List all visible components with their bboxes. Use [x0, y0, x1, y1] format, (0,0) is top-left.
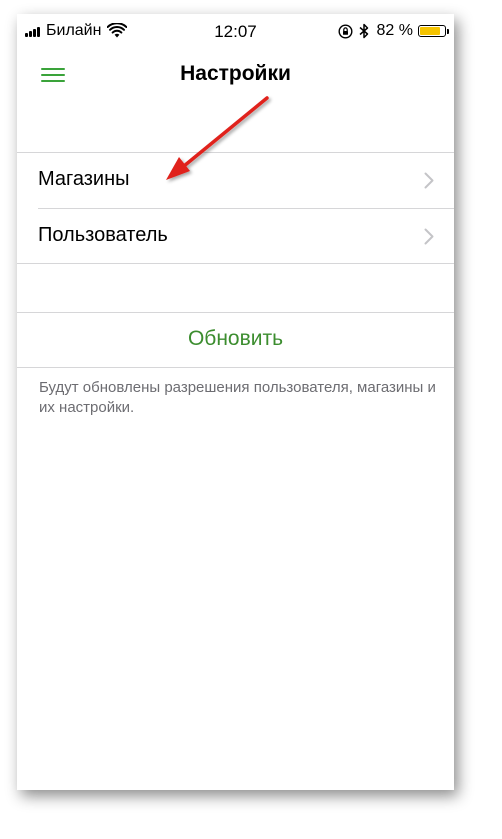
chevron-right-icon — [424, 172, 434, 189]
phone-screen: Билайн 12:07 82 % Настройки Магазины Пол… — [17, 14, 454, 790]
settings-item-user[interactable]: Пользователь — [17, 209, 454, 264]
navigation-bar: Настройки — [17, 48, 454, 100]
settings-item-label: Пользователь — [38, 224, 168, 246]
refresh-button[interactable]: Обновить — [17, 313, 454, 367]
battery-icon — [418, 25, 449, 37]
bluetooth-icon — [359, 23, 368, 39]
refresh-bottom-divider — [17, 367, 454, 368]
page-title: Настройки — [180, 62, 291, 85]
chevron-right-icon — [424, 228, 434, 245]
settings-item-label: Магазины — [38, 168, 130, 190]
status-right: 82 % — [338, 22, 449, 40]
status-bar: Билайн 12:07 82 % — [17, 14, 454, 48]
orientation-lock-icon — [338, 23, 353, 39]
settings-item-stores[interactable]: Магазины — [17, 153, 454, 208]
battery-level — [420, 27, 440, 35]
group-bottom-divider — [17, 263, 454, 264]
refresh-label: Обновить — [187, 327, 284, 350]
refresh-description: Будут обновлены разрешения пользователя,… — [39, 379, 436, 416]
battery-percent: 82 % — [376, 22, 413, 39]
battery-tip — [447, 29, 449, 34]
